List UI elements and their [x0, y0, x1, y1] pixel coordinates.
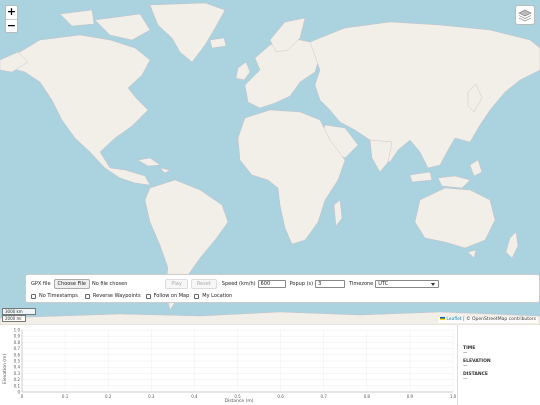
y-tick-label: 0.5 — [14, 359, 21, 364]
reverse-waypoints-checkbox[interactable] — [84, 293, 90, 299]
x-tick-label: 1.0 — [450, 394, 457, 399]
layers-control-button[interactable] — [515, 5, 535, 25]
follow-on-map-checkbox[interactable] — [145, 293, 151, 299]
control-panel: GPX file Choose File No file chosen Play… — [25, 274, 540, 303]
elevation-value: — — [463, 364, 468, 369]
layers-icon — [518, 9, 532, 22]
ukraine-flag-icon — [440, 317, 446, 320]
no-timestamps-label: No Timestamps — [39, 293, 78, 299]
zoom-out-button[interactable]: − — [6, 19, 17, 32]
my-location-checkbox[interactable] — [194, 293, 200, 299]
x-tick-label: 0.1 — [62, 394, 69, 399]
x-tick-label: 0.4 — [191, 394, 198, 399]
madagascar — [333, 199, 343, 227]
popup-input[interactable]: 3 — [315, 280, 346, 288]
x-tick-label: 0.6 — [277, 394, 284, 399]
y-tick-label: 0.8 — [14, 340, 21, 345]
no-file-chosen-text: No file chosen — [91, 281, 128, 287]
chart-grid — [21, 329, 454, 393]
scale-bar-km: 3000 km — [2, 308, 36, 315]
iceland — [209, 37, 227, 49]
x-tick-label: 0.3 — [148, 394, 155, 399]
speed-input[interactable]: 600 — [257, 280, 286, 288]
timezone-select[interactable]: UTC — [375, 280, 440, 288]
y-tick-label: 0.2 — [14, 377, 21, 382]
y-tick-label: 0.1 — [14, 383, 21, 388]
popup-label: Popup (s) — [289, 281, 314, 287]
tasmania — [467, 249, 477, 259]
osm-attribution-text: © OpenStreetMap contributors — [466, 317, 536, 322]
y-tick-label: 0.3 — [14, 371, 21, 376]
leaflet-link[interactable]: Leaflet — [446, 317, 461, 322]
x-tick-label: 0.7 — [321, 394, 328, 399]
x-tick-label: 0.2 — [105, 394, 112, 399]
time-value: — — [463, 351, 468, 356]
timezone-label: Timezone — [349, 281, 374, 287]
play-button[interactable]: Play — [165, 279, 188, 289]
north-america-landmass — [9, 34, 151, 186]
indian-subcontinent — [369, 139, 393, 173]
no-timestamps-checkbox[interactable] — [31, 293, 36, 299]
chart-y-tick-labels: 00.10.20.30.40.50.60.70.80.91.0 — [14, 328, 21, 395]
x-tick-label: 0.8 — [364, 394, 371, 399]
distance-value: — — [463, 377, 468, 382]
map-view[interactable]: + − 3000 km 2000 mi Leaflet | © OpenStre… — [0, 0, 540, 325]
my-location-label: My Location — [202, 293, 233, 299]
controls-row-1: GPX file Choose File No file chosen Play… — [31, 279, 440, 289]
reverse-waypoints-label: Reverse Waypoints — [92, 293, 141, 299]
gpx-file-label: GPX file — [31, 281, 51, 287]
y-tick-label: 1.0 — [14, 328, 21, 333]
y-tick-label: 0.6 — [14, 352, 21, 357]
new-zealand — [505, 231, 519, 259]
scale-bar-mi: 2000 mi — [2, 315, 26, 322]
speed-label: Speed (km/h) — [221, 281, 256, 287]
choose-file-button[interactable]: Choose File — [53, 279, 90, 289]
stats-sidebar: TIME — ELEVATION — DISTANCE — — [457, 325, 540, 405]
map-attribution: Leaflet | © OpenStreetMap contributors — [438, 317, 538, 323]
follow-on-map-label: Follow on Map — [153, 293, 190, 299]
chart-y-axis-label: Elevation (m) — [2, 354, 8, 384]
australia-landmass — [414, 187, 496, 249]
zoom-in-button[interactable]: + — [6, 6, 17, 19]
reset-button[interactable]: Reset — [190, 279, 217, 289]
y-tick-label: 0.4 — [14, 365, 21, 370]
arctic-islands — [59, 9, 151, 41]
chart-x-axis-label: Distance (m) — [224, 398, 253, 404]
controls-row-2: No Timestamps Reverse Waypoints Follow o… — [31, 293, 232, 299]
caribbean-islands — [137, 157, 171, 174]
greenland-landmass — [149, 2, 226, 63]
elevation-chart: 00.10.20.30.40.50.60.70.80.91.0 0 0.1 0.2 0… — [2, 328, 457, 405]
x-tick-label: 0.9 — [407, 394, 414, 399]
zoom-control: + − — [5, 5, 18, 33]
y-tick-label: 0.9 — [14, 334, 21, 339]
british-isles — [235, 61, 251, 81]
x-tick-label: 0 — [21, 394, 24, 399]
indonesia-islands — [409, 159, 483, 189]
y-tick-label: 0.7 — [14, 346, 21, 351]
